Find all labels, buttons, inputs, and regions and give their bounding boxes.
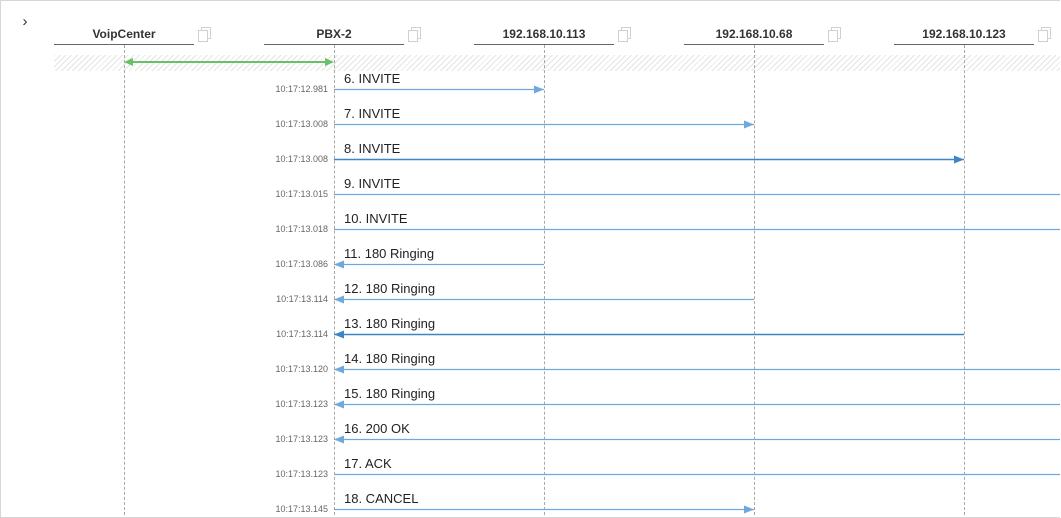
message-label[interactable]: 15. 180 Ringing	[344, 386, 435, 401]
message-label[interactable]: 11. 180 Ringing	[344, 246, 434, 261]
message-label[interactable]: 8. INVITE	[344, 141, 400, 156]
message-timestamp: 10:17:13.008	[275, 119, 328, 129]
message-timestamp: 10:17:13.123	[275, 434, 328, 444]
message-timestamp: 10:17:13.015	[275, 189, 328, 199]
message-arrow[interactable]	[334, 120, 754, 129]
message-timestamp: 10:17:13.114	[276, 329, 328, 339]
message-label[interactable]: 10. INVITE	[344, 211, 408, 226]
message-timestamp: 10:17:13.120	[275, 364, 328, 374]
message-timestamp: 10:17:13.018	[275, 224, 328, 234]
message-label[interactable]: 16. 200 OK	[344, 421, 410, 436]
message-arrow[interactable]	[334, 365, 1060, 374]
message-label[interactable]: 17. ACK	[344, 456, 392, 471]
message-arrow[interactable]	[334, 435, 1060, 444]
message-label[interactable]: 6. INVITE	[344, 71, 400, 86]
message-timestamp: 10:17:13.114	[276, 294, 328, 304]
message-arrow[interactable]	[334, 155, 964, 164]
message-arrows	[124, 58, 1060, 514]
message-timestamp: 10:17:13.123	[275, 469, 328, 479]
message-arrow[interactable]	[334, 400, 1060, 409]
message-arrow[interactable]	[334, 505, 754, 514]
message-arrow[interactable]	[334, 260, 544, 269]
message-timestamp: 10:17:12.981	[275, 84, 328, 94]
message-label[interactable]: 18. CANCEL	[344, 491, 418, 506]
message-arrow[interactable]	[334, 330, 964, 339]
message-timestamp: 10:17:13.123	[275, 399, 328, 409]
message-label[interactable]: 13. 180 Ringing	[344, 316, 435, 331]
message-label[interactable]: 12. 180 Ringing	[344, 281, 435, 296]
sequence-diagram: › VoipCenter PBX-2 192.168.10.113 192.168.1…	[0, 0, 1060, 518]
message-label[interactable]: 9. INVITE	[344, 176, 400, 191]
message-arrow[interactable]	[334, 85, 544, 94]
message-label[interactable]: 14. 180 Ringing	[344, 351, 435, 366]
message-label[interactable]: 7. INVITE	[344, 106, 400, 121]
message-timestamp: 10:17:13.145	[275, 504, 328, 514]
message-arrow[interactable]	[334, 295, 754, 304]
message-timestamp: 10:17:13.008	[275, 154, 328, 164]
span-arrow	[124, 58, 334, 66]
message-timestamp: 10:17:13.086	[275, 259, 328, 269]
